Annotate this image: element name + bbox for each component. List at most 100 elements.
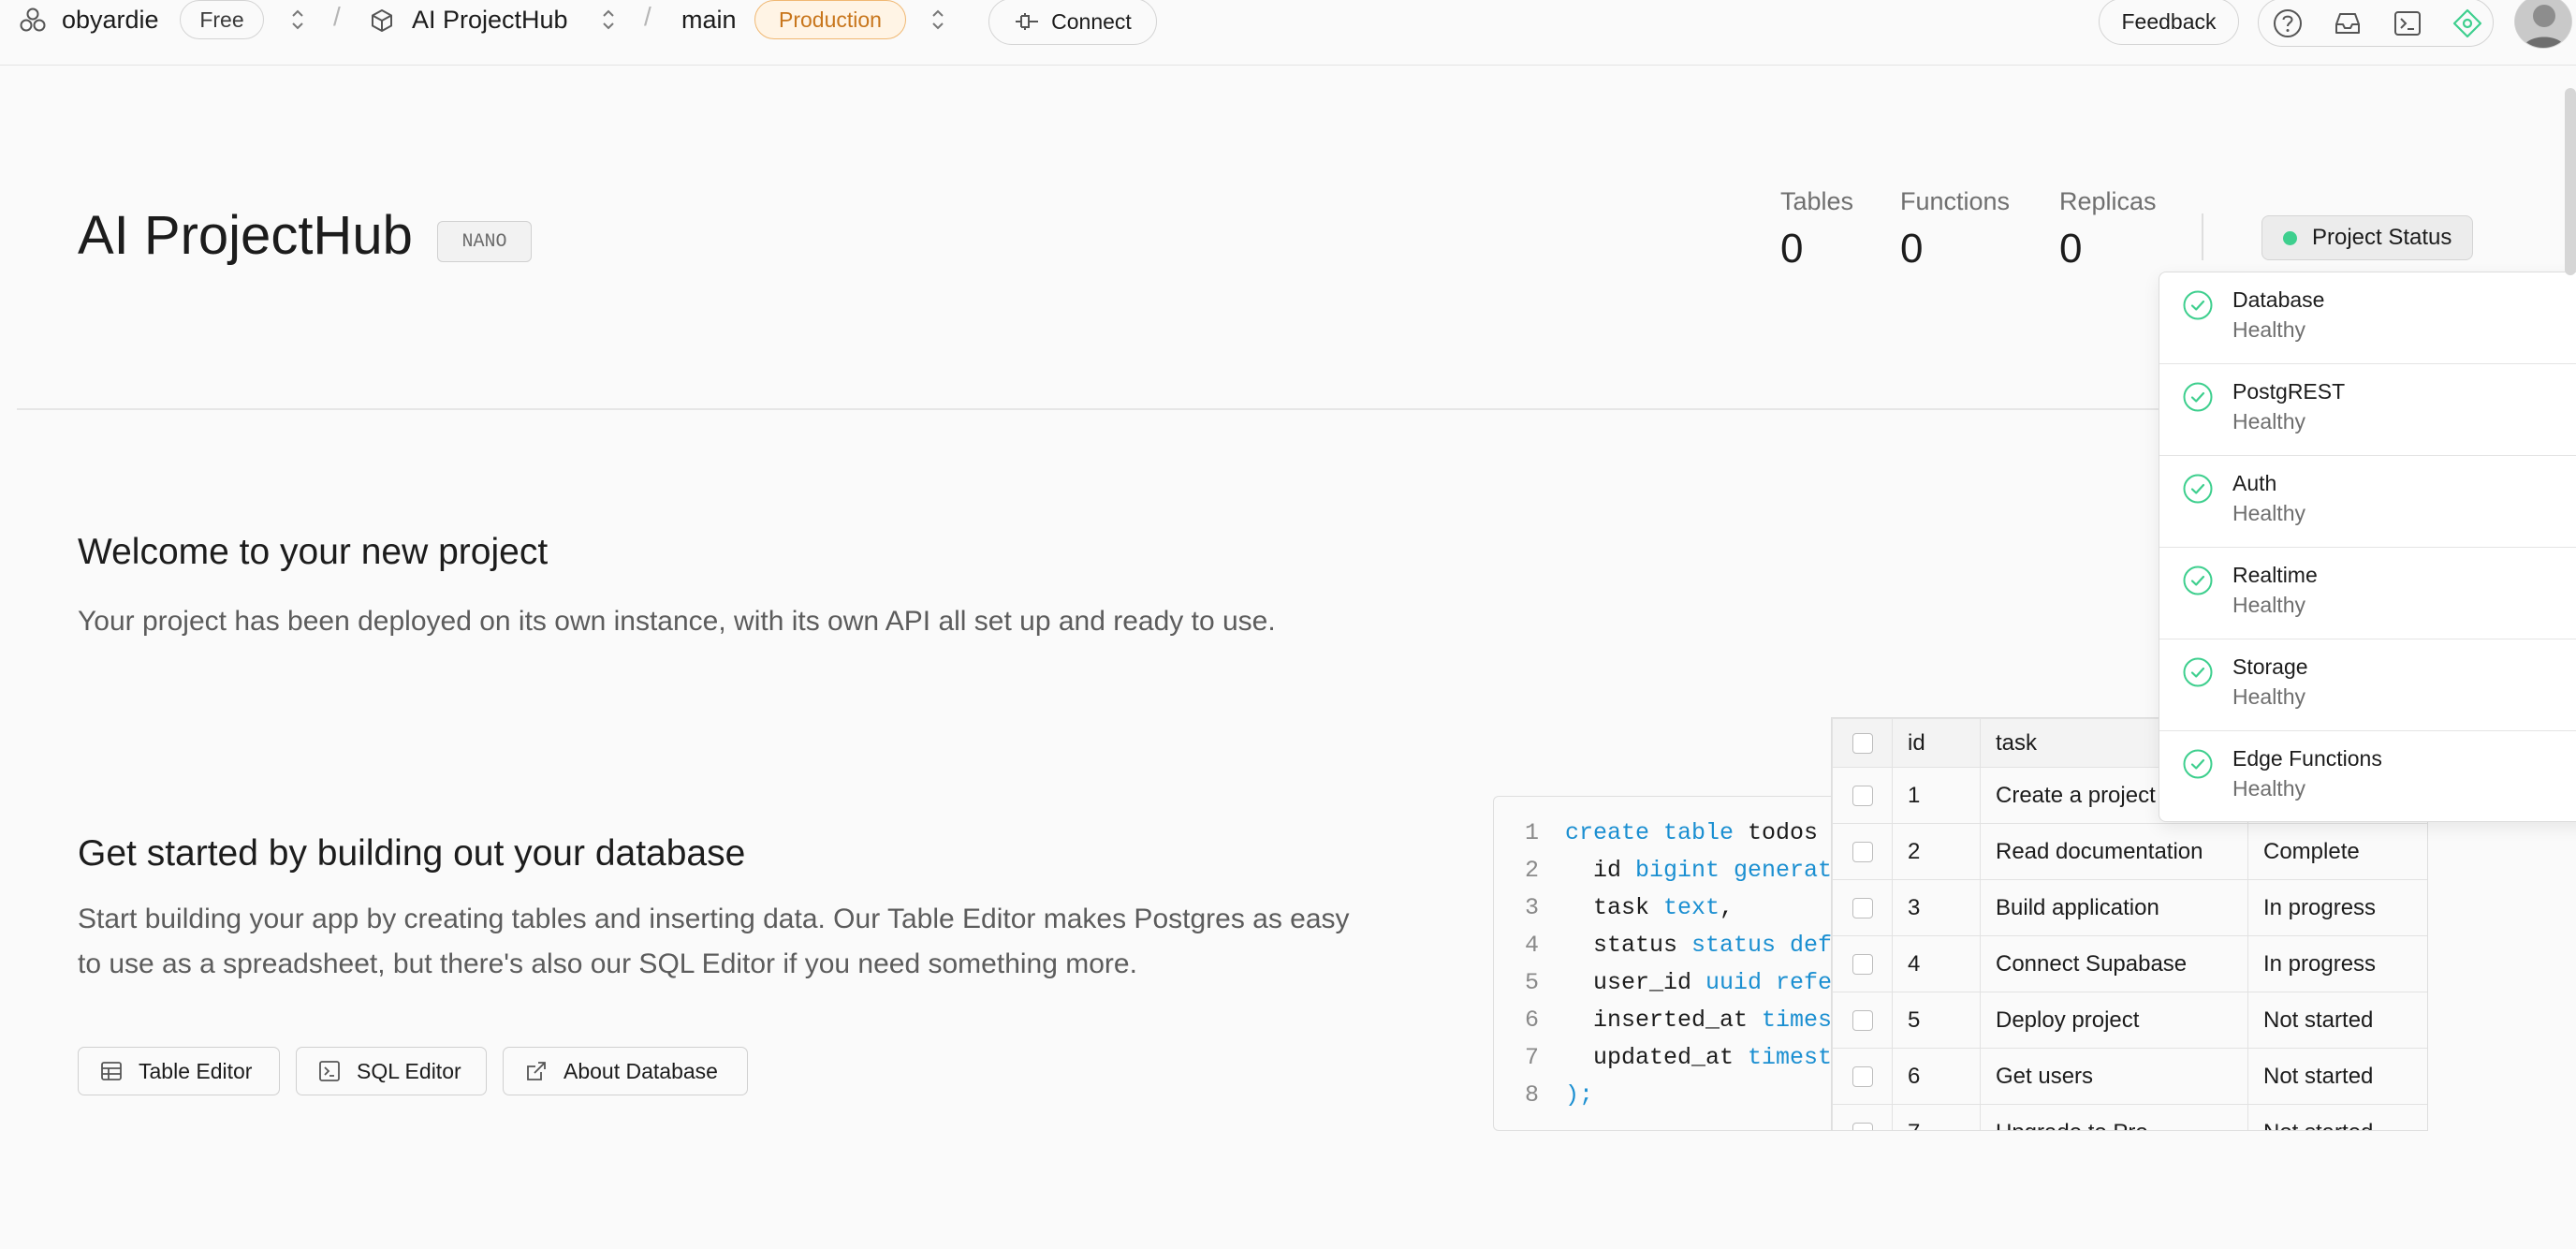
row-checkbox[interactable]: [1852, 954, 1873, 976]
service-status: Healthy: [2232, 501, 2305, 525]
sql-editor-button[interactable]: SQL Editor: [296, 1047, 487, 1095]
code-token: text: [1663, 894, 1720, 921]
table-row[interactable]: 7Upgrade to ProNot started: [1832, 1104, 2427, 1130]
status-dot-icon: [2283, 230, 2297, 245]
cell-status[interactable]: Not started: [2247, 992, 2427, 1049]
row-checkbox[interactable]: [1852, 898, 1873, 919]
cell-task[interactable]: Deploy project: [1980, 992, 2248, 1049]
branch-switcher-chevron-icon[interactable]: [929, 6, 947, 34]
org-icon: [20, 7, 46, 32]
org-switcher-chevron-icon[interactable]: [288, 6, 307, 34]
code-token: task: [1565, 894, 1664, 921]
service-name: Edge Functions: [2232, 746, 2382, 771]
environment-badge: Production: [754, 0, 906, 39]
row-select-cell: [1832, 879, 1893, 936]
feedback-button[interactable]: Feedback: [2099, 0, 2239, 45]
table-row[interactable]: 2 Read documentation Complete: [1832, 823, 2427, 880]
status-item-auth[interactable]: Auth Healthy: [2159, 456, 2576, 548]
cell-id[interactable]: 6: [1892, 1048, 1981, 1105]
row-checkbox[interactable]: [1852, 786, 1873, 807]
stat-tables[interactable]: Tables 0: [1780, 187, 1853, 272]
service-status: Healthy: [2232, 593, 2305, 617]
cell-id[interactable]: 3: [1892, 879, 1981, 936]
status-item-postgrest[interactable]: PostgREST Healthy: [2159, 364, 2576, 456]
connect-button[interactable]: Connect: [988, 0, 1157, 45]
project-status-button[interactable]: Project Status: [2261, 215, 2473, 260]
cell-status[interactable]: Not started: [2247, 1104, 2427, 1130]
cell-status[interactable]: Complete: [2247, 823, 2427, 880]
toolbar-icon-group: [2258, 0, 2494, 47]
page-scrollbar[interactable]: [2565, 88, 2576, 275]
help-icon[interactable]: [2272, 7, 2304, 39]
user-avatar[interactable]: [2514, 0, 2572, 49]
assistant-icon[interactable]: [2452, 7, 2483, 39]
about-database-button[interactable]: About Database: [503, 1047, 748, 1095]
database-description-line-2: to use as a spreadsheet, but there's als…: [78, 948, 1137, 979]
table-row[interactable]: 4 Connect Supabase In progress: [1832, 935, 2427, 992]
welcome-heading: Welcome to your new project: [78, 532, 549, 572]
stat-label: Tables: [1780, 187, 1854, 215]
code-token: ,: [1720, 894, 1734, 921]
code-token: timestamp: [1762, 1007, 1838, 1034]
branch-name[interactable]: main: [681, 0, 737, 39]
inbox-icon[interactable]: [2332, 7, 2364, 39]
org-name[interactable]: obyardie: [62, 0, 159, 39]
table-row[interactable]: 5 Deploy project Not started: [1832, 992, 2427, 1049]
stat-functions[interactable]: Functions 0: [1900, 187, 2010, 272]
cell-status[interactable]: Not started: [2247, 1048, 2427, 1105]
line-number: 4: [1524, 932, 1539, 959]
cell-task[interactable]: Read documentation: [1980, 823, 2248, 880]
code-token: create table: [1565, 819, 1749, 846]
cell-id[interactable]: 2: [1892, 823, 1981, 880]
status-item-database[interactable]: Database Healthy: [2159, 272, 2576, 364]
status-item-edge-functions[interactable]: Edge Functions Healthy: [2159, 731, 2576, 821]
cell-status[interactable]: In progress: [2247, 935, 2427, 992]
status-item-storage[interactable]: Storage Healthy: [2159, 639, 2576, 731]
table-editor-button[interactable]: Table Editor: [78, 1047, 280, 1095]
page-title: AI ProjectHub: [78, 205, 413, 266]
plan-badge: Free: [180, 0, 264, 39]
plug-icon: [1016, 13, 1039, 30]
service-status: Healthy: [2232, 776, 2305, 801]
project-name[interactable]: AI ProjectHub: [412, 0, 568, 39]
cell-status[interactable]: In progress: [2247, 879, 2427, 936]
column-header-id: id: [1892, 718, 1981, 768]
row-checkbox[interactable]: [1852, 842, 1873, 863]
project-switcher-chevron-icon[interactable]: [599, 6, 618, 34]
code-token: timestamp: [1748, 1044, 1838, 1071]
check-circle-icon: [2183, 382, 2213, 412]
cell-id[interactable]: 7: [1892, 1104, 1981, 1130]
stat-value: 0: [2059, 226, 2083, 272]
status-item-realtime[interactable]: Realtime Healthy: [2159, 548, 2576, 639]
database-description-line-1: Start building your app by creating tabl…: [78, 904, 1350, 934]
cell-id[interactable]: 4: [1892, 935, 1981, 992]
row-checkbox[interactable]: [1852, 1066, 1873, 1088]
table-row[interactable]: 3 Build application In progress: [1832, 879, 2427, 936]
code-line: 4 status status default: [1494, 930, 1838, 962]
connect-label: Connect: [1051, 8, 1132, 34]
service-status: Healthy: [2232, 317, 2305, 342]
terminal-icon[interactable]: [2392, 7, 2423, 39]
check-circle-icon: [2183, 749, 2213, 779]
cell-id[interactable]: 1: [1892, 767, 1981, 824]
table-row[interactable]: 6 Get users Not started: [1832, 1048, 2427, 1105]
row-select-cell: [1832, 1048, 1893, 1105]
row-checkbox[interactable]: [1852, 1010, 1873, 1032]
cell-task[interactable]: Get users: [1980, 1048, 2248, 1105]
cell-task[interactable]: Build application: [1980, 879, 2248, 936]
code-token: inserted_at: [1565, 1007, 1763, 1034]
row-checkbox[interactable]: [1852, 1123, 1873, 1130]
sql-editor-label: SQL Editor: [357, 1058, 461, 1083]
project-status-dropdown: Database Healthy PostgREST Healthy Auth Healt…: [2159, 272, 2576, 822]
line-number: 2: [1524, 857, 1539, 884]
divider: [2202, 213, 2203, 260]
cell-id[interactable]: 5: [1892, 992, 1981, 1049]
service-status: Healthy: [2232, 684, 2305, 709]
compute-size-badge: NANO: [437, 221, 532, 262]
code-line: 8);: [1494, 1080, 1593, 1111]
select-all-checkbox[interactable]: [1852, 733, 1873, 755]
cell-task[interactable]: Connect Supabase: [1980, 935, 2248, 992]
line-number: 5: [1524, 969, 1539, 996]
cell-task[interactable]: Upgrade to Pro: [1980, 1104, 2248, 1130]
stat-replicas[interactable]: Replicas 0: [2059, 187, 2157, 272]
